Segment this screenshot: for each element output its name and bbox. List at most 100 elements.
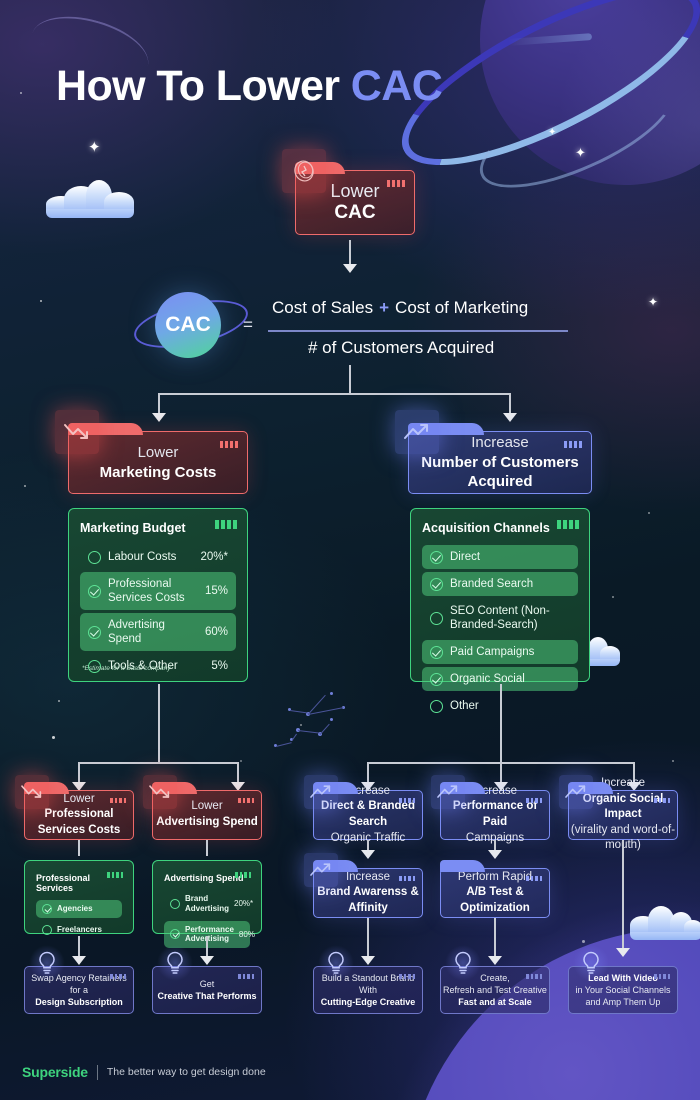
panel-title: Acquisition Channels [422,521,550,535]
status-bars [107,872,123,878]
lightbulb-icon [573,945,609,981]
outcome-card[interactable]: Create, Refresh and Test Creative Fast and… [440,945,550,1014]
star-dot [24,485,26,487]
card-label: Lower CAC [330,181,379,224]
card-line2: Brand Awarenss & Affinity [317,886,419,914]
coin-icon [282,149,326,193]
connector-line [158,393,160,415]
cac-planet-label: CAC [165,313,211,336]
card-line2: Refresh and Test Creative [443,984,547,995]
connector-line [237,762,239,784]
connector-line [500,684,502,784]
circle-icon [170,898,180,909]
lightbulb-icon [157,945,193,981]
card-lower-cac[interactable]: Lower CAC [282,149,415,235]
star-icon: ✦ [575,145,586,160]
connector-line [206,936,208,958]
star-icon: ✦ [88,139,101,156]
card-line2: Number of Customers Acquired [421,453,579,491]
card-line1: Lower [63,792,95,805]
list-item[interactable]: Agencies [36,900,122,918]
list-item[interactable]: Direct [422,545,578,570]
panel-marketing-budget: Marketing Budget Labour Costs 20%* Profess… [68,508,248,682]
card-lower-marketing-costs[interactable]: Lower Marketing Costs [55,410,248,494]
connector-arrow [488,850,502,859]
check-icon [430,550,443,564]
check-icon [430,577,443,591]
connector-line [367,762,633,764]
connector-line [158,684,160,764]
card-line2: CAC [334,201,376,223]
circle-icon [430,611,443,625]
connector-line [78,936,80,958]
panel-acquisition-channels: Acquisition Channels Direct Branded Searc… [410,508,590,713]
list-item-label: Freelancers [57,925,102,935]
level4-card[interactable]: Perform Rapid A/B Test & Optimization [440,860,550,918]
list-item[interactable]: Labour Costs 20%* [80,545,236,569]
connector-arrow [200,956,214,965]
infographic-canvas: ✦ ✦ ✦ ✦ How To Lower CAC Lower CAC CAC =… [0,0,700,1100]
plus-sign: + [379,298,390,317]
folder-tab [440,860,486,872]
status-bars [654,798,670,803]
card-increase-customers[interactable]: Increase Number of Customers Acquired [395,410,592,494]
status-bars [557,520,579,529]
trend-up-icon [304,775,338,809]
list-item[interactable]: Branded Search [422,572,578,597]
planet-shading [480,0,700,185]
level3-card[interactable]: Lower Advertising Spend [143,775,262,840]
card-line1: Lower [330,181,380,202]
footer: Superside The better way to get design d… [22,1064,266,1080]
card-line1: Perform Rapid [457,870,533,883]
panel-advertising-spend: Advertising Spend Brand Advertising 20%* P… [152,860,262,948]
check-icon [88,584,101,598]
page-title-accent: CAC [350,62,443,110]
card-line2: in Your Social Channels [575,984,671,995]
star-dot [300,724,302,726]
card-line2: Design Subscription [35,997,123,1008]
constellation-decoration [268,690,358,760]
cac-planet: CAC [155,292,221,358]
formula-denominator: # of Customers Acquired [308,338,495,357]
card-line3: and Amp Them Up [585,997,661,1008]
numerator-right: Cost of Marketing [395,298,529,317]
connector-line [349,365,351,393]
status-bars [387,180,405,187]
star-dot [582,940,585,943]
lightbulb-icon [29,945,65,981]
list-item-label: Other [450,700,479,713]
star-dot [672,760,674,762]
list-item-value: 80% [238,929,255,939]
level3-card[interactable]: Increase Organic Social Impact (virality a… [559,775,678,851]
connector-line [622,840,624,950]
list-item[interactable]: Brand Advertising 20%* [164,890,253,918]
outcome-card[interactable]: Swap Agency Retainers for a Design Subscr… [24,945,134,1014]
list-item[interactable]: Paid Campaigns [422,640,578,665]
list-item[interactable]: SEO Content (Non-Branded-Search) [422,599,578,637]
outcome-card[interactable]: Lead With Video in Your Social Channels an… [568,945,678,1014]
level3-card[interactable]: Lower Professional Services Costs [15,775,134,840]
list-item[interactable]: Advertising Spend 60% [80,613,236,652]
status-bars [526,798,542,803]
trend-down-icon [55,410,99,454]
star-dot [20,92,22,94]
planet-ring-secondary [466,56,688,210]
star-dot [648,512,650,514]
outcome-card[interactable]: Get Creative That Performs [152,945,262,1014]
check-icon [170,929,180,940]
star-icon: ✦ [648,295,659,309]
connector-arrow [361,850,375,859]
level4-card[interactable]: Increase Brand Awarenss & Affinity [304,853,423,918]
circle-icon [42,925,52,935]
outcome-card[interactable]: Build a Standout Brand With Cutting-Edge … [313,945,423,1014]
status-bars [238,798,254,803]
connector-arrow [361,956,375,965]
trend-up-icon [431,775,465,809]
connector-line [78,762,80,784]
level3-card[interactable]: Increase Performance of Paid Campaigns [431,775,550,844]
star-dot [612,596,614,598]
list-item-label: Organic Social [450,673,525,686]
level3-card[interactable]: Increase Direct & Branded Search Organic T… [304,775,423,844]
list-item[interactable]: Professional Services Costs 15% [80,572,236,611]
status-bars [215,520,237,529]
